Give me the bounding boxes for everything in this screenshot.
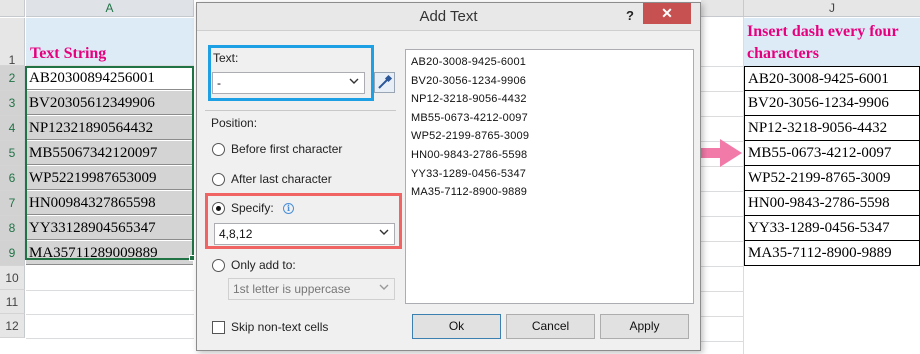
row-header[interactable]: 5	[0, 141, 25, 166]
column-header-a[interactable]: A	[26, 0, 194, 17]
row-gridline	[701, 241, 744, 242]
only-add-to-value: 1st letter is uppercase	[233, 282, 351, 296]
cell-text-string[interactable]: MA35711289009889	[26, 241, 193, 265]
cell-result[interactable]: WP52-2199-8765-3009	[744, 166, 920, 191]
row-gridline	[26, 338, 194, 339]
row-gridline	[701, 216, 744, 217]
cell-text-string[interactable]: WP52219987653009	[26, 166, 193, 190]
cell-j1[interactable]: Insert dash every four characters	[744, 18, 920, 66]
row-gridline	[701, 66, 744, 67]
add-text-dialog: Add Text ? ✕ Text: - Position: Before fi…	[196, 2, 701, 351]
row-header[interactable]: 10	[0, 266, 25, 290]
row-header[interactable]: 2	[0, 66, 25, 91]
screenshot-stage: A Text String 1 2 3 4 5 6 7 8 9 10 11 12 AB20300894…	[0, 0, 920, 354]
eyedropper-icon	[378, 74, 393, 89]
cell-text-string[interactable]: AB20300894256001	[26, 66, 193, 90]
cancel-button[interactable]: Cancel	[506, 314, 595, 339]
only-add-to-select[interactable]: 1st letter is uppercase	[228, 278, 395, 300]
row-header[interactable]: 6	[0, 166, 25, 191]
dialog-titlebar[interactable]: Add Text ? ✕	[197, 3, 700, 31]
info-icon[interactable]: i	[283, 203, 294, 214]
chevron-down-icon	[379, 284, 389, 290]
cell-result[interactable]: MB55-0673-4212-0097	[744, 141, 920, 166]
apply-button[interactable]: Apply	[600, 314, 689, 339]
radio-before-first[interactable]	[212, 143, 225, 156]
left-header-text: Text String	[30, 45, 107, 62]
radio-after-last[interactable]	[212, 173, 225, 186]
row-header[interactable]: 4	[0, 116, 25, 141]
cell-result[interactable]: BV20-3056-1234-9906	[744, 91, 920, 116]
row-gridline	[701, 341, 744, 342]
skip-non-text-label[interactable]: Skip non-text cells	[231, 320, 328, 334]
ok-button[interactable]: Ok	[412, 314, 501, 339]
cell-result[interactable]: MA35-7112-8900-9889	[744, 241, 920, 266]
preview-list[interactable]: AB20-3008-9425-6001 BV20-3056-1234-9906 NP…	[405, 49, 694, 304]
preview-line: MB55-0673-4212-0097	[411, 111, 528, 124]
pick-text-button[interactable]	[374, 72, 395, 93]
close-button[interactable]: ✕	[643, 3, 691, 24]
row-header[interactable]: 9	[0, 241, 25, 266]
text-label: Text:	[213, 51, 239, 65]
chevron-down-icon	[349, 78, 359, 84]
radio-only-add-to[interactable]	[212, 259, 225, 272]
row-header[interactable]: 11	[0, 290, 25, 314]
row-gridline	[701, 91, 744, 92]
column-header-j[interactable]: J	[744, 0, 920, 17]
specify-input-value: 4,8,12	[219, 227, 253, 241]
radio-specify[interactable]	[212, 202, 225, 215]
row-header[interactable]: 1	[0, 18, 25, 67]
column-header-i[interactable]	[701, 0, 744, 17]
cell-text-string[interactable]: YY33128904565347	[26, 216, 193, 240]
skip-non-text-checkbox[interactable]	[212, 321, 225, 334]
chevron-down-icon	[379, 229, 389, 235]
preview-line: AB20-3008-9425-6001	[411, 56, 527, 68]
cell-result[interactable]: NP12-3218-9056-4432	[744, 116, 920, 141]
row-gridline	[26, 290, 194, 291]
radio-only-add-to-label[interactable]: Only add to:	[231, 258, 296, 272]
radio-before-first-label[interactable]: Before first character	[231, 142, 342, 156]
cell-result[interactable]: YY33-1289-0456-5347	[744, 216, 920, 241]
row-gridline	[701, 191, 744, 192]
text-input[interactable]: -	[212, 72, 365, 94]
row-header[interactable]: 12	[0, 314, 25, 338]
specify-input[interactable]: 4,8,12	[214, 223, 395, 245]
row-gridline	[701, 116, 744, 117]
row-gridline	[701, 291, 744, 292]
preview-line: BV20-3056-1234-9906	[411, 74, 527, 87]
right-header-text: Insert dash every four characters	[747, 23, 899, 62]
row-gridline	[701, 266, 744, 267]
row-header[interactable]: 8	[0, 216, 25, 241]
radio-specify-label[interactable]: Specify:	[231, 201, 274, 215]
text-input-value: -	[217, 76, 221, 90]
fill-handle[interactable]	[189, 255, 195, 261]
cell-result[interactable]: HN00-9843-2786-5598	[744, 191, 920, 216]
row-gridline	[701, 316, 744, 317]
select-all-corner[interactable]	[0, 0, 25, 17]
preview-line: HN00-9843-2786-5598	[411, 149, 528, 161]
cell-text-string[interactable]: MB55067342120097	[26, 141, 193, 165]
help-button[interactable]: ?	[618, 5, 642, 27]
preview-line: YY33-1289-0456-5347	[411, 167, 527, 180]
cell-text-string[interactable]: NP12321890564432	[26, 116, 193, 140]
cell-a1[interactable]: Text String	[26, 18, 194, 66]
row-header[interactable]: 3	[0, 91, 25, 116]
separator	[205, 110, 396, 111]
cell-result[interactable]: AB20-3008-9425-6001	[744, 66, 920, 91]
preview-line: NP12-3218-9056-4432	[411, 93, 527, 106]
radio-after-last-label[interactable]: After last character	[231, 172, 332, 186]
preview-line: MA35-7112-8900-9889	[411, 186, 528, 199]
row-gridline	[26, 314, 194, 315]
position-label: Position:	[211, 116, 258, 130]
row-header[interactable]: 7	[0, 191, 25, 216]
cell-text-string[interactable]: HN00984327865598	[26, 191, 193, 215]
cell-text-string[interactable]: BV20305612349906	[26, 91, 193, 115]
preview-line: WP52-2199-8765-3009	[411, 130, 530, 143]
